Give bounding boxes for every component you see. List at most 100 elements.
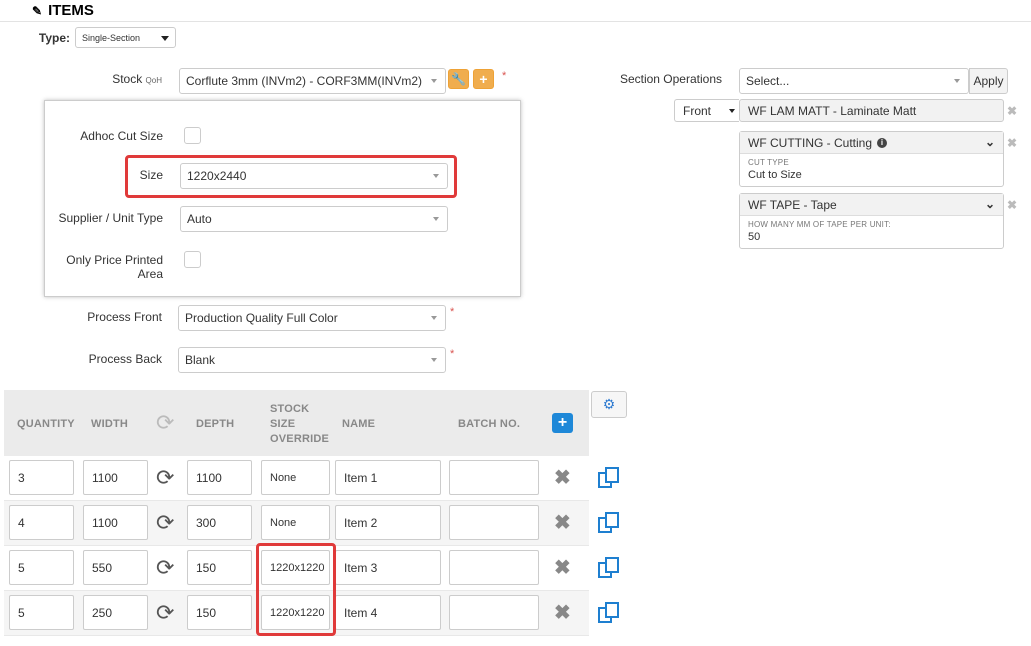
cut-type-label: CUT TYPE (748, 158, 789, 167)
quantity-input[interactable]: 5 (9, 595, 74, 630)
swap-dimensions-icon[interactable]: ⟳ (156, 467, 174, 489)
qoh-label: QoH (145, 76, 162, 85)
name-input[interactable]: Item 2 (335, 505, 441, 540)
name-input[interactable]: Item 4 (335, 595, 441, 630)
col-stock-line1: STOCK (270, 403, 310, 415)
stock-override-select[interactable]: None (261, 505, 330, 540)
printed-area-checkbox[interactable] (184, 251, 201, 268)
caret-down-icon (431, 316, 437, 320)
remove-op-icon[interactable]: ✖ (1007, 136, 1017, 150)
depth-input[interactable]: 150 (187, 595, 252, 630)
items-header (0, 0, 1031, 22)
batch-input[interactable] (449, 505, 539, 540)
required-marker: * (502, 70, 507, 82)
op-tape: WF TAPE - Tape ⌄ HOW MANY MM OF TAPE PER… (739, 193, 1004, 249)
quantity-input[interactable]: 4 (9, 505, 74, 540)
op-tape-header[interactable]: WF TAPE - Tape ⌄ (740, 194, 1003, 216)
stock-add-button[interactable]: + (473, 69, 494, 89)
remove-op-icon[interactable]: ✖ (1007, 198, 1017, 212)
name-input[interactable]: Item 3 (335, 550, 441, 585)
copy-row-icon[interactable] (597, 556, 621, 580)
col-depth: DEPTH (196, 418, 235, 430)
swap-all-icon[interactable]: ⟳ (156, 412, 174, 434)
op-cutting-name: WF CUTTING - Cutting (748, 135, 873, 150)
batch-input[interactable] (449, 550, 539, 585)
delete-row-icon[interactable]: ✖ (554, 468, 571, 488)
info-icon[interactable]: i (877, 137, 888, 148)
supplier-unit-select[interactable]: Auto (180, 206, 448, 232)
col-stock-line3: OVERRIDE (270, 433, 330, 445)
swap-dimensions-icon[interactable]: ⟳ (156, 557, 174, 579)
table-settings-button[interactable]: ⚙ (591, 391, 627, 418)
delete-row-icon[interactable]: ✖ (554, 558, 571, 578)
chevron-down-icon[interactable]: ⌄ (985, 135, 995, 149)
stock-override-select[interactable]: None (261, 460, 330, 495)
caret-down-icon (431, 79, 437, 83)
stock-select-value: Corflute 3mm (INVm2) - CORF3MM(INVm2) (186, 74, 423, 88)
caret-down-icon (433, 217, 439, 221)
depth-input[interactable]: 300 (187, 505, 252, 540)
width-input[interactable]: 250 (83, 595, 148, 630)
size-highlight (125, 155, 457, 198)
type-select[interactable]: Single-Section (75, 27, 176, 48)
name-input[interactable]: Item 1 (335, 460, 441, 495)
delete-row-icon[interactable]: ✖ (554, 513, 571, 533)
op-tape-name: WF TAPE - Tape (748, 197, 837, 212)
process-front-label: Process Front (87, 310, 162, 324)
copy-row-icon[interactable] (597, 511, 621, 535)
adhoc-cut-label: Adhoc Cut Size (80, 129, 163, 143)
width-input[interactable]: 1100 (83, 505, 148, 540)
remove-op-icon[interactable]: ✖ (1007, 104, 1017, 118)
caret-down-icon (729, 108, 735, 113)
side-select-value: Front (683, 103, 712, 118)
op-lam-matt-name: WF LAM MATT - Laminate Matt (748, 103, 917, 118)
col-name: NAME (342, 418, 376, 430)
stock-select[interactable]: Corflute 3mm (INVm2) - CORF3MM(INVm2) (179, 68, 446, 94)
section-ops-select[interactable]: Select... (739, 68, 969, 94)
side-select[interactable]: Front (674, 99, 739, 122)
adhoc-cut-checkbox[interactable] (184, 127, 201, 144)
depth-input[interactable]: 150 (187, 550, 252, 585)
quantity-input[interactable]: 3 (9, 460, 74, 495)
type-select-value: Single-Section (82, 32, 141, 43)
stock-label: Stock QoH (112, 72, 162, 86)
page-title: ITEMS (48, 2, 94, 19)
caret-down-icon (161, 35, 169, 41)
add-row-button[interactable]: + (552, 413, 573, 433)
col-stock-line2: SIZE (270, 418, 296, 430)
batch-input[interactable] (449, 460, 539, 495)
gear-icon: ⚙ (602, 396, 616, 412)
tape-mm-label: HOW MANY MM OF TAPE PER UNIT: (748, 220, 891, 229)
width-input[interactable]: 550 (83, 550, 148, 585)
section-ops-label: Section Operations (619, 72, 722, 86)
tape-mm-value: 50 (748, 231, 761, 243)
process-front-select[interactable]: Production Quality Full Color (178, 305, 446, 331)
apply-button[interactable]: Apply (969, 68, 1008, 94)
edit-icon: ✎ (32, 3, 43, 18)
required-marker: * (450, 306, 455, 318)
copy-row-icon[interactable] (597, 601, 621, 625)
op-cutting-header[interactable]: WF CUTTING - Cutting i ⌄ (740, 132, 1003, 154)
batch-input[interactable] (449, 595, 539, 630)
width-input[interactable]: 1100 (83, 460, 148, 495)
swap-dimensions-icon[interactable]: ⟳ (156, 602, 174, 624)
plus-icon: + (479, 71, 488, 87)
col-quantity: QUANTITY (17, 418, 75, 430)
delete-row-icon[interactable]: ✖ (554, 603, 571, 623)
plus-icon: + (557, 414, 568, 431)
type-label: Type: (38, 31, 70, 45)
stock-settings-button[interactable]: 🔧 (448, 69, 469, 89)
process-back-label: Process Back (88, 352, 162, 366)
chevron-down-icon[interactable]: ⌄ (985, 197, 995, 211)
required-marker: * (450, 348, 455, 360)
override-highlight (256, 543, 336, 636)
supplier-unit-value: Auto (187, 212, 212, 226)
section-ops-placeholder: Select... (746, 74, 790, 88)
copy-row-icon[interactable] (597, 466, 621, 490)
quantity-input[interactable]: 5 (9, 550, 74, 585)
swap-dimensions-icon[interactable]: ⟳ (156, 512, 174, 534)
printed-area-label: Only Price Printed Area (66, 253, 163, 281)
wrench-icon: 🔧 (451, 72, 466, 86)
depth-input[interactable]: 1100 (187, 460, 252, 495)
process-back-select[interactable]: Blank (178, 347, 446, 373)
